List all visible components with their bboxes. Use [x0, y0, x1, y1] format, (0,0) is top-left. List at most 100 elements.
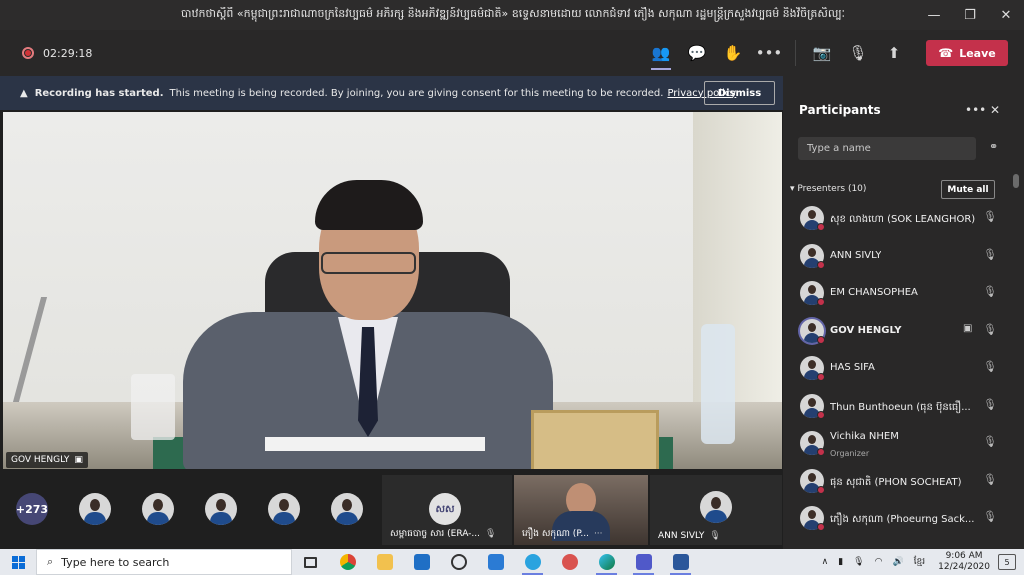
dismiss-button[interactable]: Dismiss [704, 81, 775, 105]
panel-more-icon[interactable]: ••• [965, 103, 986, 117]
video-tissue-box [531, 410, 659, 469]
mic-off-icon[interactable]: 🎙 [840, 30, 876, 76]
microphone-icon[interactable]: 🎙 [853, 557, 864, 567]
toolbar-controls: 👥 💬 ✋ ••• 📷 🎙 ⬆ ☎ Leave [643, 30, 1008, 76]
overflow-count-badge[interactable]: +273 [16, 493, 48, 525]
panel-scrollbar[interactable] [1013, 174, 1019, 188]
mic-off-icon: 🎙 [485, 529, 497, 539]
mic-off-icon[interactable]: 🎙 [983, 210, 997, 223]
notifications-icon[interactable]: 5 [998, 554, 1016, 570]
tile-avatar[interactable] [142, 493, 174, 525]
tile-label: ភឿង សកុណា (P... ··· [522, 529, 603, 539]
status-dot [817, 335, 825, 344]
input-language[interactable]: ខ្មែរ [914, 556, 925, 569]
maximize-button[interactable]: ❐ [952, 0, 988, 30]
participant-row[interactable]: ANN SIVLY 🎙 [783, 238, 1013, 276]
tile-avatar[interactable] [205, 493, 237, 525]
leave-label: Leave [959, 46, 996, 60]
participant-tiles: +273 សស សម្ពាធបាច្ច សារ (ERA-... 🎙 ភឿង សក… [0, 469, 783, 549]
taskbar-search-input[interactable]: ⌕ Type here to search [36, 549, 292, 575]
mute-all-button[interactable]: Mute all [941, 180, 995, 199]
participant-row[interactable]: សុខ លាងហោ (SOK LEANGHOR) 🎙 [783, 200, 1013, 238]
teams-icon[interactable] [625, 549, 662, 575]
banner-bold-text: Recording has started. [34, 87, 164, 99]
chrome-icon[interactable] [329, 549, 366, 575]
file-explorer-icon[interactable] [366, 549, 403, 575]
taskbar: ⌕ Type here to search ∧ ▮ 🎙 ◠ 🔊 ខ្មែរ 9:… [0, 549, 1024, 575]
screen-share-icon: ▣ [963, 322, 973, 334]
more-actions-icon[interactable]: ••• [751, 30, 787, 76]
camera-off-icon[interactable]: 📷 [804, 30, 840, 76]
wifi-icon[interactable]: ◠ [875, 557, 883, 567]
start-button[interactable] [0, 549, 36, 575]
participant-tile-ann[interactable]: ANN SIVLY 🎙 [650, 475, 782, 545]
mic-off-icon[interactable]: 🎙 [983, 435, 997, 448]
mic-off-icon[interactable]: 🎙 [983, 473, 997, 486]
tile-avatar[interactable] [268, 493, 300, 525]
chat-icon[interactable]: 💬 [679, 30, 715, 76]
network-app-icon[interactable] [551, 549, 588, 575]
status-dot [817, 373, 825, 381]
status-dot [817, 485, 825, 494]
invite-link-icon[interactable]: ⚭ [989, 140, 998, 153]
participant-row[interactable]: ផុន សុជាតិ (PHON SOCHEAT) 🎙 [783, 463, 1013, 501]
mic-off-icon[interactable]: 🎙 [983, 398, 997, 411]
clock-date: 12/24/2020 [938, 562, 990, 572]
warning-icon: ▲ [20, 87, 28, 99]
participant-name: Thun Bunthoeun (ធុន ប៊ុនធឿ... [830, 401, 971, 413]
participant-tile-era[interactable]: សស សម្ពាធបាច្ច សារ (ERA-... 🎙 [382, 475, 512, 545]
participant-row[interactable]: Thun Bunthoeun (ធុន ប៊ុនធឿ... 🎙 [783, 388, 1013, 426]
telegram-icon[interactable] [514, 549, 551, 575]
speaker-glasses [321, 252, 416, 274]
status-dot [817, 223, 825, 231]
mail-icon[interactable] [403, 549, 440, 575]
tile-label: សម្ពាធបាច្ច សារ (ERA-... 🎙 [390, 529, 497, 539]
minimize-button[interactable]: — [916, 0, 952, 30]
taskbar-clock[interactable]: 9:06 AM 12/24/2020 [938, 551, 990, 573]
share-screen-icon[interactable]: ⬆ [876, 30, 912, 76]
volume-icon[interactable]: 🔊 [892, 557, 903, 567]
participant-row[interactable]: ភឿង សកុណា (Phoeurng Sack... 🎙 [783, 500, 1013, 538]
cortana-icon[interactable] [440, 549, 477, 575]
mic-on-icon[interactable]: 🎙 [983, 323, 997, 336]
raise-hand-icon[interactable]: ✋ [715, 30, 751, 76]
system-tray: ∧ ▮ 🎙 ◠ 🔊 ខ្មែរ 9:06 AM 12/24/2020 5 [817, 549, 1024, 575]
mic-off-icon[interactable]: 🎙 [983, 510, 997, 523]
status-dot [817, 448, 825, 456]
participant-row[interactable]: GOV HENGLY ▣ 🎙 [783, 313, 1013, 351]
recording-icon [22, 47, 34, 59]
mic-off-icon[interactable]: 🎙 [983, 248, 997, 261]
network-icon[interactable]: ▮ [838, 557, 843, 567]
tile-label: ANN SIVLY 🎙 [658, 531, 721, 541]
word-icon[interactable] [662, 549, 699, 575]
mic-off-icon[interactable]: 🎙 [983, 360, 997, 373]
task-view-icon[interactable] [292, 549, 329, 575]
presenters-section[interactable]: ▾ Presenters (10) [790, 184, 866, 194]
mic-off-icon[interactable]: 🎙 [983, 285, 997, 298]
photos-icon[interactable] [477, 549, 514, 575]
participant-name: ភឿង សកុណា (Phoeurng Sack... [830, 514, 975, 525]
participant-search-input[interactable]: Type a name [798, 137, 976, 160]
participants-icon[interactable]: 👥 [643, 30, 679, 76]
leave-button[interactable]: ☎ Leave [926, 40, 1008, 66]
participant-row[interactable]: Vichika NHEM Organizer 🎙 [783, 425, 1013, 463]
participants-panel: Participants ••• ✕ Type a name ⚭ ▾ Prese… [783, 76, 1024, 549]
mic-off-icon: 🎙 [709, 531, 721, 541]
screen-share-icon: ▣ [74, 455, 83, 465]
tile-avatar[interactable] [331, 493, 363, 525]
video-paper [265, 437, 485, 451]
panel-close-icon[interactable]: ✕ [990, 103, 1000, 117]
participant-row[interactable]: HAS SIFA 🎙 [783, 350, 1013, 388]
participant-tile-video[interactable]: ភឿង សកុណា (P... ··· [514, 475, 648, 545]
participant-name: EM CHANSOPHEA [830, 287, 918, 298]
main-video-stage[interactable] [3, 112, 782, 469]
chevron-up-icon[interactable]: ∧ [822, 557, 829, 567]
participant-name: ផុន សុជាតិ (PHON SOCHEAT) [830, 476, 962, 488]
participant-row[interactable]: EM CHANSOPHEA 🎙 [783, 275, 1013, 313]
taskbar-search-placeholder: Type here to search [61, 555, 170, 569]
close-window-button[interactable]: ✕ [988, 0, 1024, 30]
more-icon: ··· [593, 529, 603, 539]
tile-avatar[interactable] [79, 493, 111, 525]
speaker-name: GOV HENGLY [11, 455, 70, 465]
edge-icon[interactable] [588, 549, 625, 575]
